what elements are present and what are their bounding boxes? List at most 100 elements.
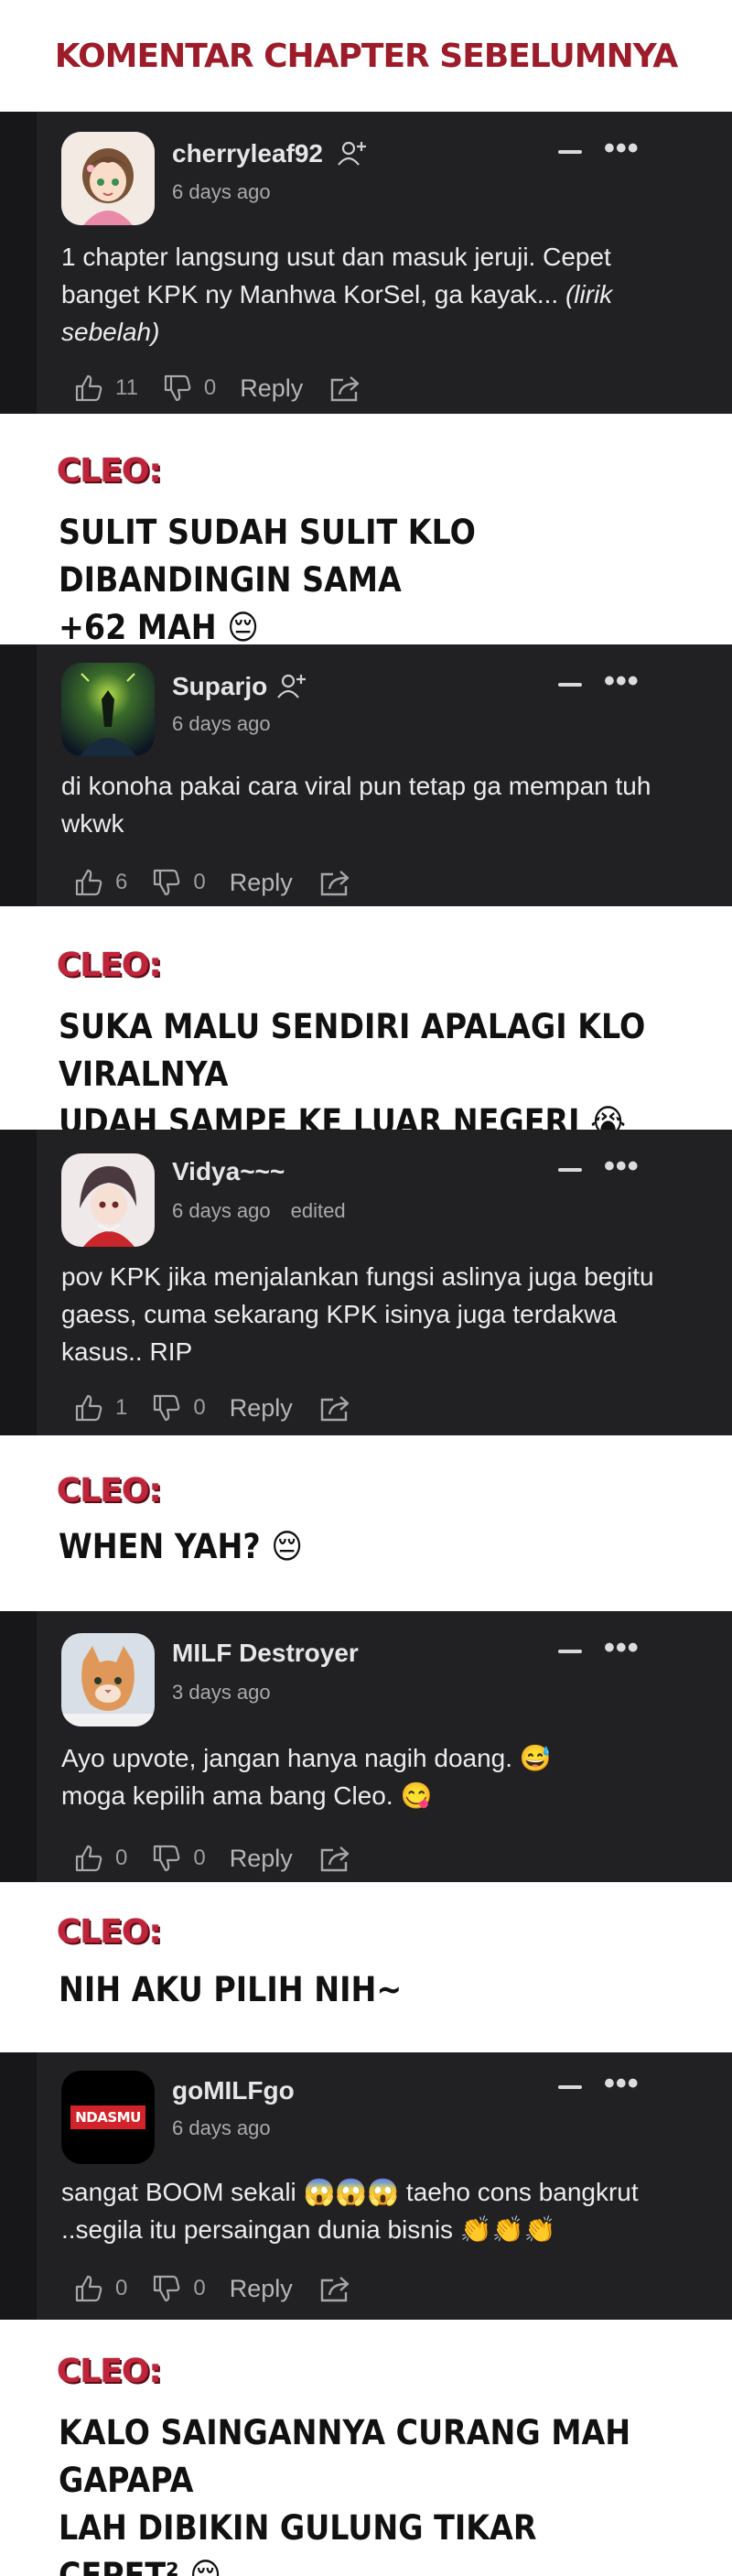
dislike-button[interactable]: 0	[151, 2273, 206, 2304]
share-button[interactable]	[328, 373, 372, 404]
share-button[interactable]	[318, 867, 362, 898]
cleo-label: CLEO:	[57, 1472, 162, 1510]
cleo-reaction-text: SUKA MALU SENDIRI APALAGI KLO VIRALNYA U…	[59, 1007, 646, 1142]
avatar[interactable]: NDASMU	[61, 2071, 155, 2164]
avatar[interactable]	[61, 1633, 155, 1726]
like-button[interactable]: 0	[73, 1843, 127, 1874]
cleo-label: CLEO:	[57, 2353, 162, 2390]
comment-text: Ayo upvote, jangan hanya nagih doang. 😅 …	[61, 1744, 552, 1810]
comment-card: Vidya~~~ 6 days ago edited ••• pov KPK ji…	[0, 1130, 732, 1435]
collapse-icon[interactable]	[558, 1650, 582, 1653]
avatar[interactable]	[61, 132, 155, 225]
comment-text: di konoha pakai cara viral pun tetap ga …	[61, 772, 651, 838]
reply-button[interactable]: Reply	[240, 374, 303, 403]
more-options-icon[interactable]: •••	[604, 2068, 640, 2099]
comment-actions: 11 0 Reply	[73, 370, 396, 406]
dislike-button[interactable]: 0	[151, 1843, 206, 1874]
ndasmu-logo: NDASMU	[70, 2105, 145, 2129]
edited-label: edited	[290, 1199, 346, 1222]
cleo-reaction-text: WHEN YAH? 😔	[59, 1527, 304, 1566]
more-options-icon[interactable]: •••	[604, 1151, 640, 1182]
like-button[interactable]: 1	[73, 1392, 127, 1423]
cleo-label: CLEO:	[57, 452, 162, 490]
like-button[interactable]: 0	[73, 2273, 127, 2304]
share-button[interactable]	[318, 2273, 362, 2304]
username[interactable]: goMILFgo	[172, 2076, 295, 2105]
follow-user-icon[interactable]	[337, 139, 368, 167]
cleo-reaction: CLEO: KALO SAINGANNYA CURANG MAH GAPAPA …	[0, 2320, 732, 2576]
like-button[interactable]: 6	[73, 867, 127, 898]
collapse-icon[interactable]	[558, 150, 582, 154]
thumbs-up-icon	[75, 374, 102, 402]
share-button[interactable]	[318, 1392, 362, 1423]
dislike-count: 0	[193, 2276, 206, 2300]
thumbs-down-icon	[154, 1845, 180, 1872]
more-options-icon[interactable]: •••	[604, 666, 640, 697]
dislike-count: 0	[193, 1395, 206, 1420]
comment-card: cherryleaf92 6 days ago ••• 1 chapter la…	[0, 112, 732, 414]
collapse-icon[interactable]	[558, 1168, 582, 1172]
thumbs-down-icon	[154, 1394, 180, 1422]
share-icon	[320, 1396, 349, 1422]
like-count: 11	[115, 375, 138, 400]
avatar[interactable]	[61, 663, 155, 756]
thumbs-down-icon	[154, 2275, 180, 2302]
cleo-reaction: CLEO: SUKA MALU SENDIRI APALAGI KLO VIRA…	[0, 906, 732, 1142]
comment-actions: 0 0 Reply	[73, 1840, 386, 1877]
cleo-reaction: CLEO: SULIT SUDAH SULIT KLO DIBANDINGIN …	[0, 414, 732, 647]
cleo-reaction: CLEO: WHEN YAH? 😔	[0, 1435, 732, 1611]
page-title: KOMENTAR CHAPTER SEBELUMNYA	[54, 37, 678, 75]
thumbs-up-icon	[75, 1845, 102, 1872]
dislike-button[interactable]: 0	[151, 867, 206, 898]
comment-card: MILF Destroyer 3 days ago ••• Ayo upvote…	[0, 1611, 732, 1882]
like-count: 1	[115, 1395, 128, 1420]
dislike-button[interactable]: 0	[162, 373, 216, 404]
comment-time: 6 days ago	[172, 180, 271, 203]
like-count: 0	[115, 1845, 128, 1870]
more-options-icon[interactable]: •••	[604, 133, 640, 164]
share-icon	[320, 871, 349, 896]
comment-actions: 0 0 Reply	[73, 2270, 386, 2307]
comment-actions: 1 0 Reply	[73, 1390, 386, 1426]
comment-text: 1 chapter langsung usut dan masuk jeruji…	[61, 243, 613, 346]
like-count: 0	[115, 2276, 128, 2300]
comment-time: 6 days ago	[172, 712, 271, 735]
thumbs-up-icon	[75, 869, 102, 896]
like-button[interactable]: 11	[73, 373, 138, 404]
comment-time: 6 days ago edited	[172, 1199, 346, 1222]
share-icon	[331, 376, 360, 402]
thumbs-down-icon	[164, 374, 191, 402]
follow-user-icon[interactable]	[276, 672, 307, 699]
cleo-label: CLEO:	[57, 947, 162, 984]
username[interactable]: MILF Destroyer	[172, 1639, 359, 1668]
collapse-icon[interactable]	[558, 683, 582, 687]
thumbs-up-icon	[75, 1394, 102, 1422]
more-options-icon[interactable]: •••	[604, 1632, 640, 1663]
comment-text: pov KPK jika menjalankan fungsi aslinya …	[61, 1262, 654, 1366]
dislike-count: 0	[203, 375, 217, 400]
comment-actions: 6 0 Reply	[73, 864, 386, 901]
reply-button[interactable]: Reply	[230, 1845, 293, 1873]
reply-button[interactable]: Reply	[230, 2275, 293, 2303]
dislike-button[interactable]: 0	[151, 1392, 206, 1423]
username[interactable]: Suparjo	[172, 672, 267, 701]
username[interactable]: Vidya~~~	[172, 1157, 285, 1186]
reply-button[interactable]: Reply	[230, 1394, 293, 1423]
comment-time: 3 days ago	[172, 1681, 271, 1704]
share-button[interactable]	[318, 1843, 362, 1874]
username[interactable]: cherryleaf92	[172, 139, 323, 168]
cleo-reaction-text: NIH AKU PILIH NIH~	[59, 1970, 403, 2009]
comment-card: NDASMU goMILFgo 6 days ago ••• sangat BO…	[0, 2052, 732, 2320]
dislike-count: 0	[193, 1845, 206, 1870]
comment-text: sangat BOOM sekali 😱😱😱 taeho cons bangkr…	[61, 2178, 639, 2244]
collapse-icon[interactable]	[558, 2085, 582, 2089]
thumbs-down-icon	[154, 869, 180, 896]
cleo-label: CLEO:	[57, 1913, 162, 1951]
cleo-reaction: CLEO: NIH AKU PILIH NIH~	[0, 1882, 732, 2052]
share-icon	[320, 2277, 349, 2302]
share-icon	[320, 1846, 349, 1872]
reply-button[interactable]: Reply	[230, 869, 293, 897]
cleo-reaction-text: KALO SAINGANNYA CURANG MAH GAPAPA LAH DI…	[59, 2413, 631, 2576]
avatar[interactable]	[61, 1153, 155, 1247]
thumbs-up-icon	[75, 2275, 102, 2302]
